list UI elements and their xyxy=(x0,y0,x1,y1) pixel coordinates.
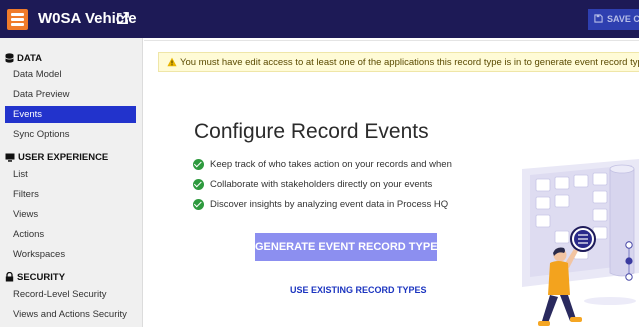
sidebar-item-list[interactable]: List xyxy=(5,166,136,183)
alert-text: You must have edit access to at least on… xyxy=(180,57,639,68)
record-type-icon xyxy=(7,9,28,30)
sidebar-item-views[interactable]: Views xyxy=(5,206,136,223)
sidebar-section-data: DATA xyxy=(5,51,42,65)
sidebar-item-workspaces[interactable]: Workspaces xyxy=(5,246,136,263)
main-content: You must have edit access to at least on… xyxy=(144,38,639,327)
settings-sidebar: DATA Data Model Data Preview Events Sync… xyxy=(0,38,143,327)
warning-icon xyxy=(167,57,177,67)
feature-text: Collaborate with stakeholders directly o… xyxy=(210,178,433,190)
section-label: USER EXPERIENCE xyxy=(18,151,109,163)
lock-icon xyxy=(5,272,14,282)
external-edit-icon[interactable] xyxy=(115,11,130,26)
database-icon xyxy=(5,53,14,63)
feature-text: Discover insights by analyzing event dat… xyxy=(210,198,449,210)
feature-item: Discover insights by analyzing event dat… xyxy=(193,197,448,211)
use-existing-record-types-link[interactable]: USE EXISTING RECORD TYPES xyxy=(290,285,427,295)
page-title: Configure Record Events xyxy=(194,120,429,143)
sidebar-section-user-experience: USER EXPERIENCE xyxy=(5,150,108,164)
save-icon xyxy=(594,14,603,23)
header-divider xyxy=(144,40,639,41)
generate-event-record-types-button[interactable]: GENERATE EVENT RECORD TYPES xyxy=(255,233,445,261)
sidebar-item-views-and-actions-security[interactable]: Views and Actions Security xyxy=(5,306,136,323)
feature-item: Collaborate with stakeholders directly o… xyxy=(193,177,432,191)
feature-text: Keep track of who takes action on your r… xyxy=(210,158,452,170)
person-with-data-screens-illustration xyxy=(522,159,639,326)
sidebar-item-data-model[interactable]: Data Model xyxy=(5,66,136,83)
save-changes-button[interactable]: SAVE CHA xyxy=(588,9,639,30)
permission-alert: You must have edit access to at least on… xyxy=(158,52,639,72)
feature-item: Keep track of who takes action on your r… xyxy=(193,157,452,171)
section-label: SECURITY xyxy=(17,271,66,283)
sidebar-item-filters[interactable]: Filters xyxy=(5,186,136,203)
sidebar-item-data-preview[interactable]: Data Preview xyxy=(5,86,136,103)
section-label: DATA xyxy=(17,52,42,64)
sidebar-item-events[interactable]: Events xyxy=(5,106,136,123)
sidebar-item-actions[interactable]: Actions xyxy=(5,226,136,243)
sidebar-section-security: SECURITY xyxy=(5,270,65,284)
app-header: W0SA Vehicle SAVE CHA xyxy=(0,0,639,38)
check-circle-icon xyxy=(193,198,204,210)
save-button-label: SAVE CHA xyxy=(607,14,639,24)
check-circle-icon xyxy=(193,158,204,170)
sidebar-item-record-level-security[interactable]: Record-Level Security xyxy=(5,286,136,303)
sidebar-item-sync-options[interactable]: Sync Options xyxy=(5,126,136,143)
check-circle-icon xyxy=(193,178,204,190)
monitor-icon xyxy=(5,153,15,162)
